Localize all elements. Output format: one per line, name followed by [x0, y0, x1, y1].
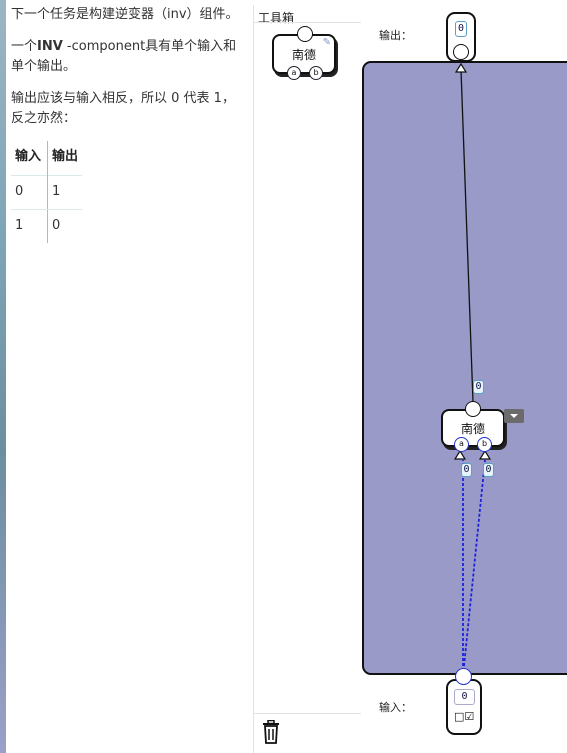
pin-b-connector-icon: [478, 449, 492, 460]
gate-output-pin[interactable]: [465, 401, 481, 417]
pin-a-value: 0: [461, 463, 472, 477]
output-node-pin[interactable]: [453, 44, 469, 60]
pin-b-value: 0: [483, 463, 494, 477]
gate-pin-a[interactable]: a: [454, 437, 469, 452]
gate-output-value: 0: [473, 380, 484, 394]
pin-a-connector-icon: [453, 449, 467, 460]
output-node-connector-icon: [454, 62, 468, 73]
gate-pin-b[interactable]: b: [477, 437, 492, 452]
input-wire-b: [462, 459, 486, 677]
wires-layer: [453, 62, 492, 677]
input-node-pin[interactable]: [455, 668, 472, 685]
output-wire: [460, 69, 474, 403]
